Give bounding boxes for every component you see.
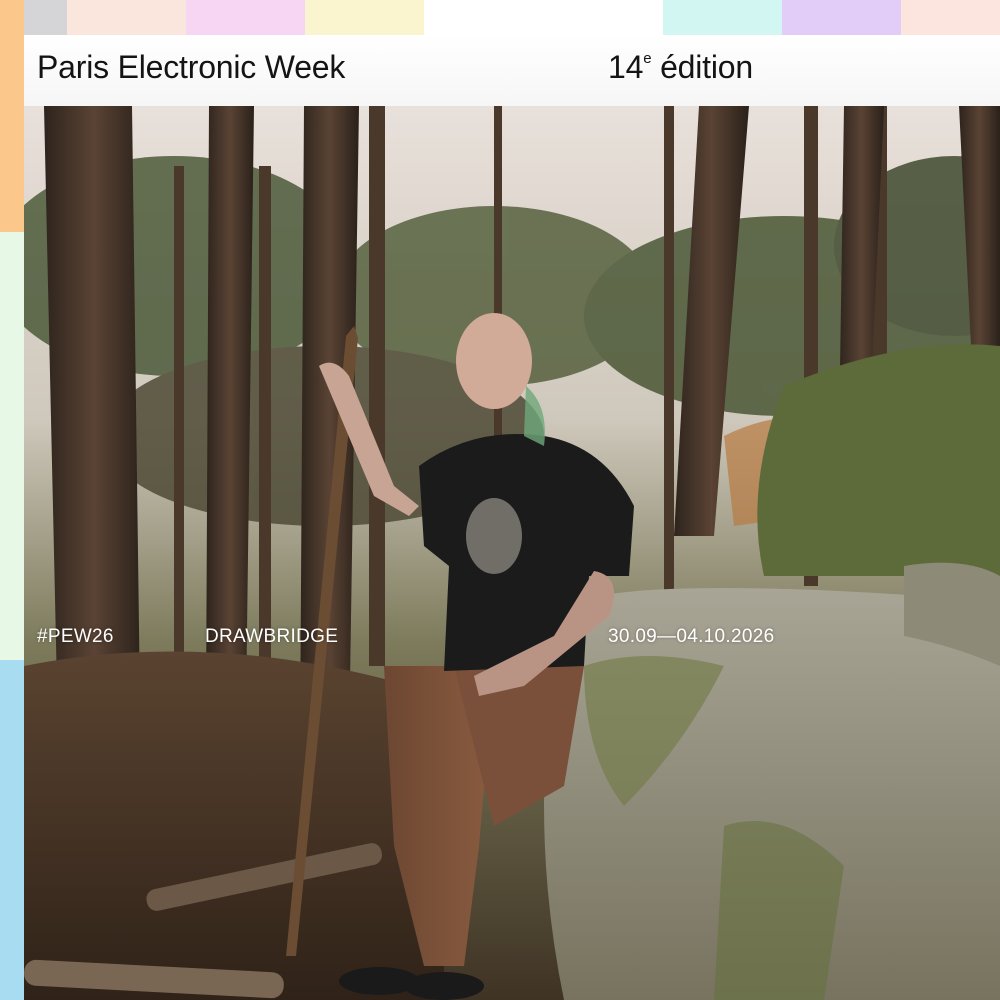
- top-swatch: [186, 0, 305, 35]
- forest-photo: [24, 106, 1000, 1000]
- festival-title: Paris Electronic Week: [37, 49, 346, 85]
- hashtag-caption: #PEW26: [37, 626, 114, 647]
- left-swatch: [0, 232, 24, 660]
- left-color-strip: [0, 0, 24, 1000]
- top-color-strip: [24, 0, 1000, 35]
- edition-word: édition: [660, 49, 753, 85]
- edition-suffix: e: [643, 50, 652, 67]
- event-dates: 30.09—04.10.2026: [608, 626, 775, 647]
- poster: Paris Electronic Week 14e édition #PEW26…: [0, 0, 1000, 1000]
- top-swatch: [305, 0, 424, 35]
- left-swatch: [0, 0, 24, 232]
- top-swatch: [663, 0, 782, 35]
- top-swatch: [901, 0, 1000, 35]
- top-swatch: [24, 0, 67, 35]
- top-swatch: [782, 0, 901, 35]
- edition-number: 14: [608, 49, 644, 85]
- edition-label: 14e édition: [608, 49, 753, 86]
- top-swatch: [67, 0, 186, 35]
- left-swatch: [0, 660, 24, 1000]
- photo-illustration: [24, 106, 1000, 1000]
- header-bar: Paris Electronic Week 14e édition: [24, 35, 1000, 106]
- artist-name: DRAWBRIDGE: [205, 626, 339, 647]
- top-swatch: [424, 0, 663, 35]
